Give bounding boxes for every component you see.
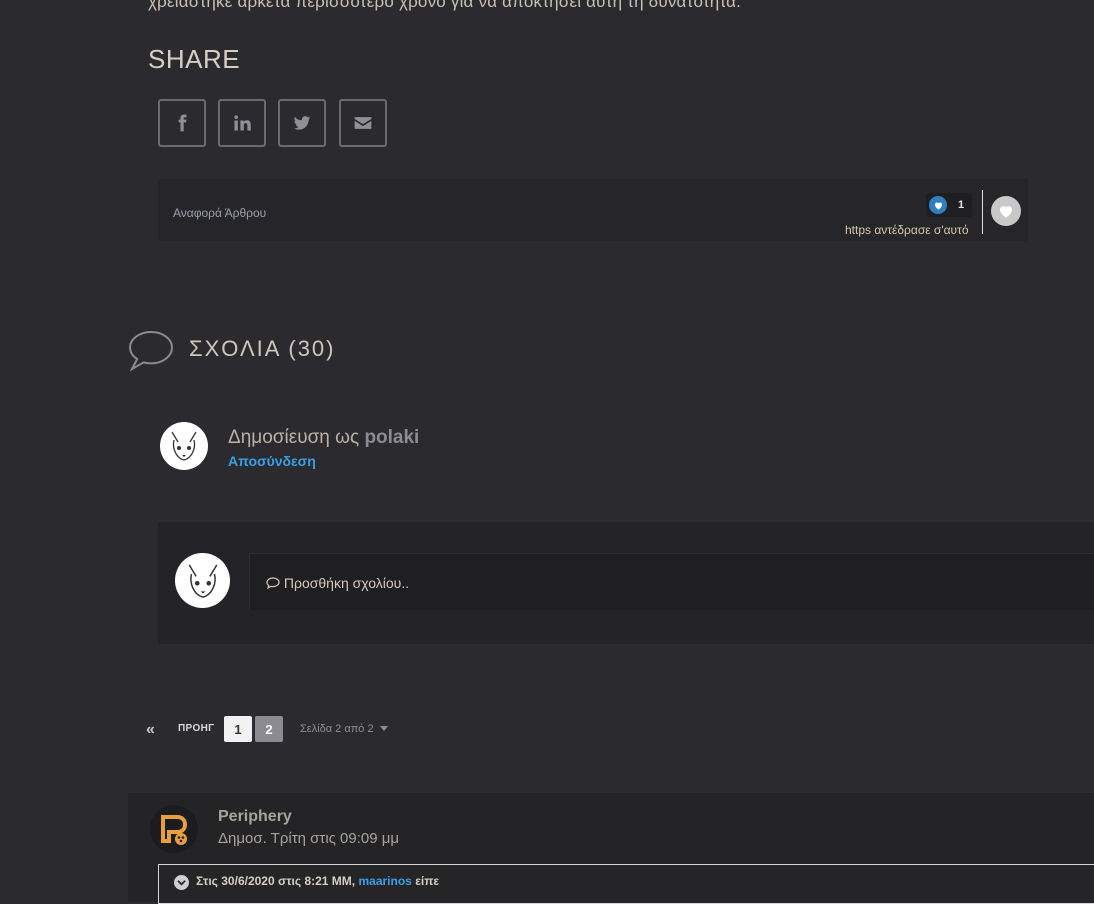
report-article-link[interactable]: Αναφορά Άρθρου: [173, 206, 266, 220]
first-page-button[interactable]: «: [146, 721, 155, 739]
comment-bubble-icon: [266, 577, 280, 590]
reaction-count: 1: [958, 199, 965, 211]
quote-citation: Στις 30/6/2020 στις 8:21 MM, maarinos εί…: [196, 874, 439, 888]
share-title: SHARE: [148, 44, 241, 74]
comments-title: ΣΧΟΛΙΑ (30): [189, 336, 336, 361]
fox-avatar-icon: [188, 564, 217, 598]
quote-prefix: Στις 30/6/2020 στις 8:21 MM,: [196, 874, 356, 888]
reaction-users-link[interactable]: https αντέδρασε σ'αυτό: [845, 223, 969, 237]
page-info-label: Σελίδα 2 από 2: [300, 723, 374, 735]
caret-down-icon: [379, 726, 388, 731]
page-jump-dropdown[interactable]: Σελίδα 2 από 2: [300, 723, 388, 735]
email-icon: [354, 117, 372, 129]
quote-toggle-button[interactable]: [174, 875, 189, 890]
quote-user-link[interactable]: maarinos: [358, 874, 411, 888]
page-1-button[interactable]: 1: [224, 716, 252, 742]
article-last-line: χρειάστηκε αρκετά περισσότερο χρόνο για …: [148, 0, 742, 11]
posting-username[interactable]: polaki: [364, 427, 419, 448]
share-facebook-button[interactable]: [158, 99, 206, 147]
signout-link[interactable]: Αποσύνδεση: [228, 453, 316, 469]
reaction-divider: [982, 190, 983, 234]
share-email-button[interactable]: [339, 99, 387, 147]
post-author-avatar[interactable]: [150, 805, 198, 853]
chevron-down-icon: [177, 880, 186, 886]
page-2-button[interactable]: 2: [255, 716, 283, 742]
periphery-logo-icon: [151, 806, 197, 852]
post-author-name[interactable]: Periphery: [218, 808, 292, 826]
post-date[interactable]: Δημοσ. Τρίτη στις 09:09 μμ: [218, 830, 399, 847]
add-comment-placeholder[interactable]: Προσθήκη σχολίου..: [266, 575, 409, 591]
fox-avatar-icon: [171, 431, 197, 461]
composer-avatar: [175, 553, 230, 608]
speech-bubble-icon: [128, 330, 174, 372]
heart-reaction-icon: [929, 196, 947, 214]
like-button[interactable]: [991, 196, 1021, 226]
share-twitter-button[interactable]: [278, 99, 326, 147]
facebook-icon: [178, 114, 187, 132]
posting-as-prefix: Δημοσίευση ως: [228, 427, 360, 448]
user-avatar[interactable]: [160, 422, 208, 470]
add-comment-text: Προσθήκη σχολίου..: [283, 575, 410, 591]
linkedin-icon: [234, 115, 251, 131]
posting-as-label: Δημοσίευση ως polaki: [228, 427, 419, 449]
share-linkedin-button[interactable]: [218, 99, 266, 147]
twitter-icon: [293, 116, 311, 130]
quote-suffix: είπε: [415, 874, 440, 888]
prev-page-button[interactable]: ΠΡΟΗΓ: [178, 723, 214, 734]
heart-icon: [1000, 206, 1012, 218]
